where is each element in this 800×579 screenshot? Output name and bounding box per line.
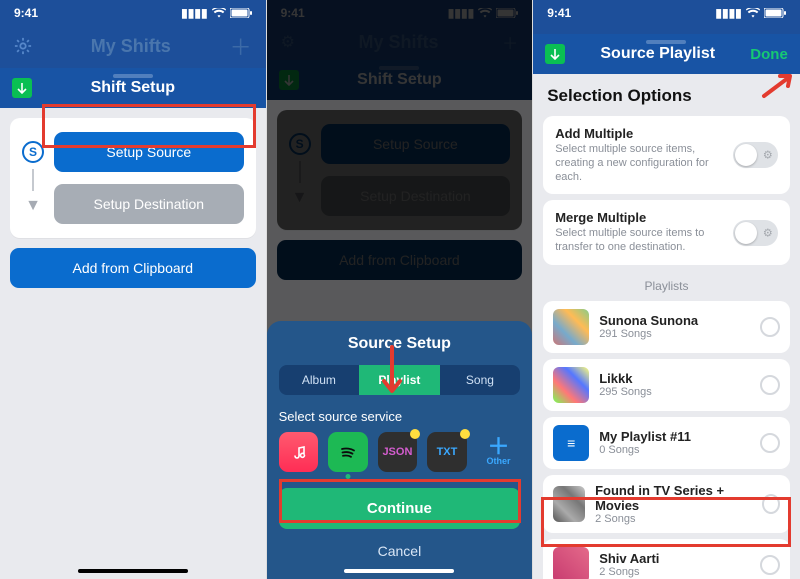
service-other-button[interactable]: ＋Other — [477, 432, 520, 472]
toggle[interactable]: ⚙ — [733, 220, 778, 246]
playlist-thumb — [553, 486, 585, 522]
playlist-thumb — [553, 309, 589, 345]
service-label: Select source service — [279, 409, 521, 424]
signal-icon: ▮▮▮▮ — [181, 6, 207, 20]
playlist-thumb — [553, 367, 589, 403]
flow-indicator: S ▼ — [22, 141, 44, 215]
radio[interactable] — [762, 494, 780, 514]
selected-dot-icon — [345, 474, 350, 479]
seg-song[interactable]: Song — [440, 365, 521, 395]
option-merge-multiple[interactable]: Merge Multiple Select multiple source it… — [543, 200, 790, 265]
playlist-item[interactable]: Found in TV Series + Movies2 Songs — [543, 475, 790, 533]
gear-icon — [14, 37, 32, 55]
wifi-icon — [746, 8, 760, 18]
bg-header: 9:41 ▮▮▮▮ My Shifts ＋ — [0, 0, 266, 68]
option-subtitle: Select multiple source items, creating a… — [555, 143, 725, 184]
badge-icon — [410, 429, 420, 439]
home-indicator[interactable] — [78, 569, 188, 573]
radio[interactable] — [760, 317, 780, 337]
source-setup-sheet: Source Setup Album Playlist Song Select … — [267, 321, 533, 579]
cancel-button[interactable]: Cancel — [279, 529, 521, 561]
service-json-icon[interactable]: JSON — [378, 432, 418, 472]
screen-source-setup: 9:41 ▮▮▮▮ ⚙My Shifts＋ Shift Setup S▼ Set… — [267, 0, 534, 579]
setup-card: S ▼ Setup Source Setup Destination — [10, 118, 256, 238]
nav-left-icon[interactable] — [12, 78, 32, 98]
gear-icon: ⚙ — [763, 149, 773, 162]
nav-left-icon[interactable] — [545, 44, 565, 64]
playlist-item[interactable]: Shiv Aarti2 Songs — [543, 539, 790, 579]
bg-title: My Shifts — [91, 36, 171, 57]
playlist-thumb — [553, 547, 589, 579]
continue-button[interactable]: Continue — [279, 488, 521, 529]
plus-icon: ＋ — [487, 438, 509, 456]
sheet-handle[interactable] — [646, 40, 686, 44]
service-apple-music-icon[interactable] — [279, 432, 319, 472]
section-header: Selection Options — [533, 74, 800, 110]
source-circle-icon: S — [22, 141, 44, 163]
nav-title: Source Playlist — [565, 45, 750, 63]
status-bar: 9:41 ▮▮▮▮ — [533, 2, 800, 24]
nav-bar: Shift Setup — [0, 68, 266, 108]
arrow-down-icon: ▼ — [25, 197, 41, 215]
segmented-control[interactable]: Album Playlist Song — [279, 365, 521, 395]
radio[interactable] — [760, 555, 780, 575]
battery-icon — [764, 8, 786, 18]
screen-source-playlist: 9:41 ▮▮▮▮ Source Playlist Done Selection… — [533, 0, 800, 579]
wifi-icon — [212, 8, 226, 18]
screen-shift-setup: 9:41 ▮▮▮▮ My Shifts ＋ Shift Setup — [0, 0, 267, 579]
playlist-item[interactable]: ≡ My Playlist #110 Songs — [543, 417, 790, 469]
add-from-clipboard-button[interactable]: Add from Clipboard — [10, 248, 256, 288]
done-button[interactable]: Done — [750, 46, 788, 63]
nav-title: Shift Setup — [32, 79, 234, 97]
setup-destination-button[interactable]: Setup Destination — [54, 184, 244, 224]
home-indicator[interactable] — [344, 569, 454, 573]
list-header: Playlists — [533, 271, 800, 295]
option-subtitle: Select multiple source items to transfer… — [555, 227, 725, 255]
content[interactable]: Selection Options Add Multiple Select mu… — [533, 74, 800, 579]
plus-icon: ＋ — [230, 30, 252, 62]
setup-source-button[interactable]: Setup Source — [54, 132, 244, 172]
service-spotify-icon[interactable] — [328, 432, 368, 472]
service-row: JSON TXT ＋Other — [279, 432, 521, 472]
gear-icon: ⚙ — [763, 226, 773, 239]
status-bar: 9:41 ▮▮▮▮ — [0, 2, 266, 24]
option-add-multiple[interactable]: Add Multiple Select multiple source item… — [543, 116, 790, 194]
status-icons: ▮▮▮▮ — [181, 6, 251, 20]
seg-playlist[interactable]: Playlist — [359, 365, 440, 395]
service-txt-icon[interactable]: TXT — [427, 432, 467, 472]
badge-icon — [460, 429, 470, 439]
radio[interactable] — [760, 433, 780, 453]
content: S ▼ Setup Source Setup Destination Add f… — [0, 108, 266, 579]
bg-title-row: My Shifts ＋ — [0, 24, 266, 68]
playlist-item[interactable]: Likkk295 Songs — [543, 359, 790, 411]
playlist-thumb: ≡ — [553, 425, 589, 461]
status-time: 9:41 — [14, 6, 38, 20]
battery-icon — [230, 8, 252, 18]
playlist-item[interactable]: Sunona Sunona291 Songs — [543, 301, 790, 353]
toggle[interactable]: ⚙ — [733, 142, 778, 168]
status-time: 9:41 — [547, 6, 571, 20]
option-title: Add Multiple — [555, 126, 633, 141]
option-title: Merge Multiple — [555, 210, 646, 225]
nav-bar: Source Playlist Done — [533, 34, 800, 74]
radio[interactable] — [760, 375, 780, 395]
signal-icon: ▮▮▮▮ — [715, 6, 741, 20]
sheet-handle[interactable] — [113, 74, 153, 78]
seg-album[interactable]: Album — [279, 365, 360, 395]
sheet-title: Source Setup — [279, 335, 521, 353]
